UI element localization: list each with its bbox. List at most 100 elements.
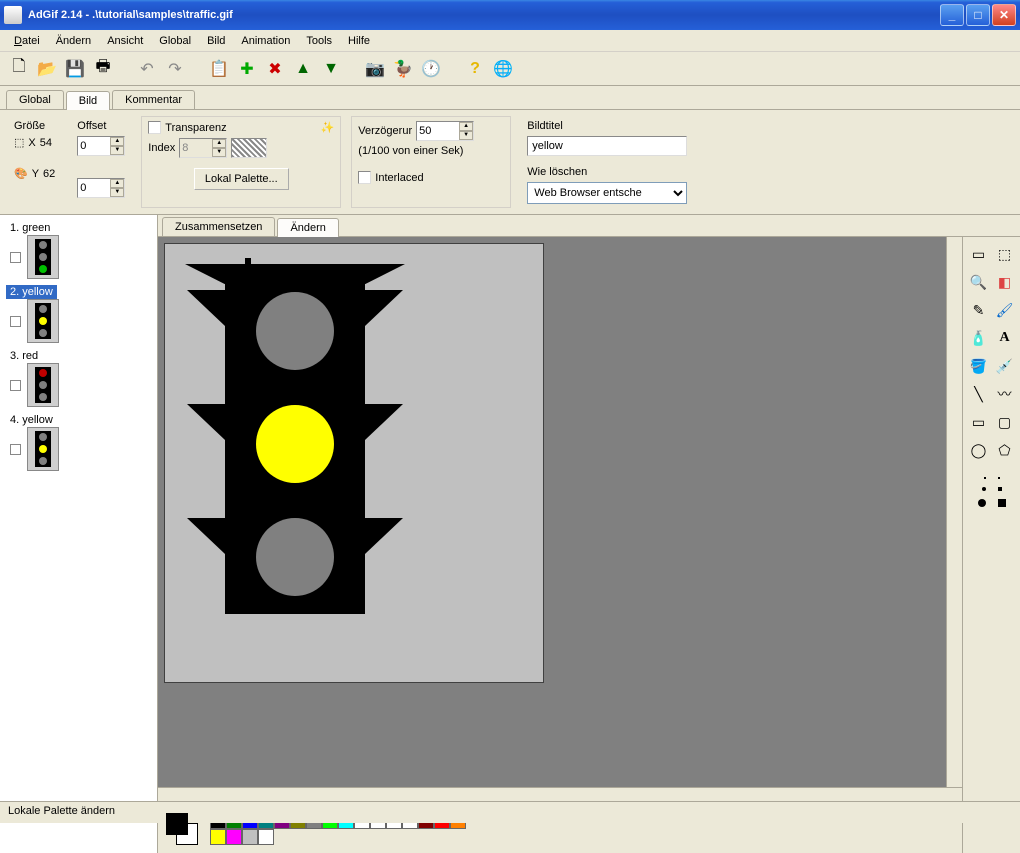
menu-bar: Datei Ändern Ansicht Global Bild Animati…: [0, 30, 1020, 52]
tab-aendern[interactable]: Ändern: [277, 218, 338, 237]
canvas[interactable]: [164, 243, 544, 683]
bildtitel-label: Bildtitel: [527, 120, 695, 132]
maximize-button[interactable]: □: [966, 4, 990, 26]
offset-y-spinner[interactable]: ▲▼: [77, 178, 125, 198]
delay-label: Verzögerur: [358, 125, 412, 137]
clock-icon[interactable]: 🕐: [420, 58, 442, 80]
menu-tools[interactable]: Tools: [298, 33, 340, 49]
brush-options[interactable]: [978, 477, 1006, 507]
menu-datei[interactable]: Datei: [6, 33, 48, 49]
zoom-icon[interactable]: 🔍: [968, 271, 990, 293]
delay-hint: (1/100 von einer Sek): [358, 145, 504, 157]
curve-icon[interactable]: 〰: [994, 383, 1016, 405]
help-icon[interactable]: ?: [464, 58, 486, 80]
down-icon[interactable]: ▼: [320, 58, 342, 80]
color-icon: 🎨: [14, 167, 28, 180]
light-top: [256, 292, 334, 370]
eyedropper-icon[interactable]: 💉: [994, 355, 1016, 377]
lokal-palette-button[interactable]: Lokal Palette...: [194, 168, 289, 190]
line-icon[interactable]: ╲: [968, 383, 990, 405]
toolbox: ▭⬚ 🔍◧ ✎🖌 🧴A 🪣💉 ╲〰 ▭▢ ◯⬠: [962, 237, 1020, 853]
frame-item-2[interactable]: 3. red: [2, 347, 155, 409]
add-icon[interactable]: ✚: [236, 58, 258, 80]
interlaced-label: Interlaced: [375, 172, 423, 184]
select-rect-icon[interactable]: ▭: [968, 243, 990, 265]
close-button[interactable]: ✕: [992, 4, 1016, 26]
loeschen-combo[interactable]: Web Browser entsche: [527, 182, 687, 204]
offset-x-spinner[interactable]: ▲▼: [77, 136, 125, 156]
print-icon[interactable]: 🖶: [92, 58, 114, 80]
redo-icon[interactable]: ↷: [164, 58, 186, 80]
frame-item-3[interactable]: 4. yellow: [2, 411, 155, 473]
x-value: 54: [40, 137, 52, 149]
light-bottom: [256, 518, 334, 596]
palette-swatch[interactable]: [210, 829, 226, 845]
menu-animation[interactable]: Animation: [233, 33, 298, 49]
rect-icon[interactable]: ▭: [968, 411, 990, 433]
up-icon[interactable]: ▲: [292, 58, 314, 80]
window-title: AdGif 2.14 - .\tutorial\samples\traffic.…: [28, 9, 940, 21]
menu-ansicht[interactable]: Ansicht: [99, 33, 151, 49]
eraser-icon[interactable]: ◧: [994, 271, 1016, 293]
x-label: X: [28, 137, 35, 149]
main-toolbar: 🗋 📂 💾 🖶 ↶ ↷ 📋 ✚ ✖ ▲ ▼ 📷 🦆 🕐 ? 🌐: [0, 52, 1020, 86]
new-icon[interactable]: 🗋: [8, 58, 30, 80]
transparenz-label: Transparenz: [165, 122, 226, 134]
palette-swatch[interactable]: [258, 829, 274, 845]
undo-icon[interactable]: ↶: [136, 58, 158, 80]
menu-bild[interactable]: Bild: [199, 33, 233, 49]
copy-icon[interactable]: 📋: [208, 58, 230, 80]
roundrect-icon[interactable]: ▢: [994, 411, 1016, 433]
ellipse-icon[interactable]: ◯: [968, 439, 990, 461]
bildtitel-input[interactable]: [527, 136, 687, 156]
tab-bild[interactable]: Bild: [66, 91, 110, 110]
camera-icon[interactable]: 📷: [364, 58, 386, 80]
delete-icon[interactable]: ✖: [264, 58, 286, 80]
palette-swatch[interactable]: [242, 829, 258, 845]
properties-panel: Größe ⬚ X 54 🎨 Y 62 Offset ▲▼ ▲▼ Transpa…: [0, 110, 1020, 215]
pencil-icon[interactable]: ✎: [968, 299, 990, 321]
tab-kommentar[interactable]: Kommentar: [112, 90, 195, 109]
vertical-scrollbar[interactable]: [946, 237, 962, 787]
status-bar: Lokale Palette ändern: [0, 801, 1020, 823]
main-tab-row: Global Bild Kommentar: [0, 86, 1020, 110]
index-label: Index: [148, 142, 175, 154]
y-label: Y: [32, 168, 39, 180]
frame-list[interactable]: 1. green 2. yellow 3. red 4. yellow: [0, 215, 158, 853]
workspace: 1. green 2. yellow 3. red 4. yellow Zusa…: [0, 215, 1020, 853]
size-label: Größe: [14, 120, 55, 132]
editor-tab-row: Zusammensetzen Ändern: [158, 215, 1020, 237]
transparenz-checkbox[interactable]: [148, 121, 161, 134]
interlaced-checkbox[interactable]: [358, 171, 371, 184]
delay-spinner[interactable]: ▲▼: [416, 121, 474, 141]
menu-hilfe[interactable]: Hilfe: [340, 33, 378, 49]
palette-swatch[interactable]: [226, 829, 242, 845]
index-spinner[interactable]: ▲▼: [179, 138, 227, 158]
spray-icon[interactable]: 🧴: [968, 327, 990, 349]
polygon-icon[interactable]: ⬠: [994, 439, 1016, 461]
offset-label: Offset: [77, 120, 125, 132]
tab-zusammensetzen[interactable]: Zusammensetzen: [162, 217, 275, 236]
minimize-button[interactable]: _: [940, 4, 964, 26]
tab-global[interactable]: Global: [6, 90, 64, 109]
text-icon[interactable]: A: [994, 327, 1016, 349]
select-free-icon[interactable]: ⬚: [994, 243, 1016, 265]
frame-item-1[interactable]: 2. yellow: [2, 283, 155, 345]
app-icon: [4, 6, 22, 24]
fill-icon[interactable]: 🪣: [968, 355, 990, 377]
save-icon[interactable]: 💾: [64, 58, 86, 80]
menu-aendern[interactable]: Ändern: [48, 33, 99, 49]
brush-icon[interactable]: 🖌: [994, 299, 1016, 321]
open-icon[interactable]: 📂: [36, 58, 58, 80]
menu-global[interactable]: Global: [151, 33, 199, 49]
canvas-area: ▭⬚ 🔍◧ ✎🖌 🧴A 🪣💉 ╲〰 ▭▢ ◯⬠: [158, 237, 1020, 853]
duck-icon[interactable]: 🦆: [392, 58, 414, 80]
light-middle: [256, 405, 334, 483]
frame-item-0[interactable]: 1. green: [2, 219, 155, 281]
wand-icon[interactable]: ✨: [321, 121, 335, 134]
title-bar: AdGif 2.14 - .\tutorial\samples\traffic.…: [0, 0, 1020, 30]
loeschen-label: Wie löschen: [527, 166, 695, 178]
y-value: 62: [43, 168, 55, 180]
transparency-swatch[interactable]: [231, 138, 267, 158]
globe-icon[interactable]: 🌐: [492, 58, 514, 80]
